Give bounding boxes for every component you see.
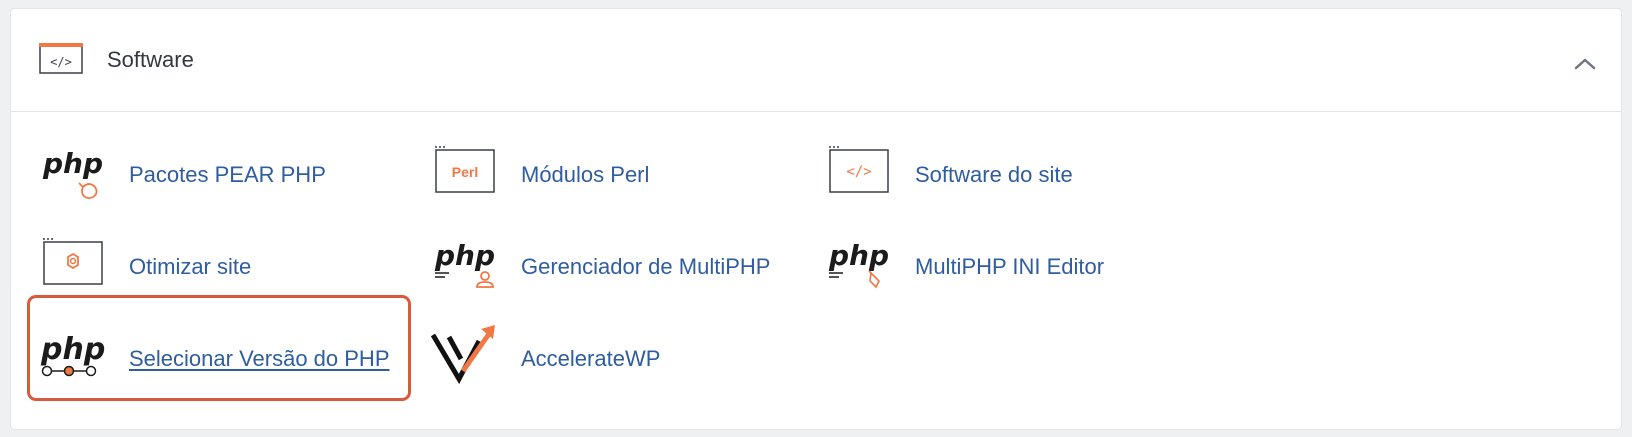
- php-version-selector-icon: php: [40, 332, 105, 377]
- item-acceleratewp[interactable]: AccelerateWP: [431, 323, 731, 393]
- optimize-website-icon: [43, 238, 103, 285]
- item-otimizar-site[interactable]: Otimizar site: [39, 231, 379, 301]
- php-logo-text: php: [434, 239, 495, 272]
- item-label: Otimizar site: [129, 254, 252, 279]
- item-software-do-site[interactable]: </> Software do site: [825, 139, 1165, 209]
- php-logo-text: php: [42, 147, 103, 180]
- software-panel: </> Software php Pacotes PEAR PHP Perl M…: [10, 8, 1622, 430]
- item-label: AccelerateWP: [521, 346, 661, 371]
- multiphp-ini-editor-icon: php: [828, 239, 889, 289]
- panel-title: Software: [107, 47, 194, 72]
- item-modulos-perl[interactable]: Perl Módulos Perl: [431, 139, 771, 209]
- php-pear-icon: php: [42, 147, 103, 200]
- code-symbol: </>: [50, 55, 72, 69]
- site-software-icon: </>: [829, 146, 889, 193]
- item-label: Pacotes PEAR PHP: [129, 162, 326, 187]
- item-label: Módulos Perl: [521, 162, 650, 187]
- item-label: Gerenciador de MultiPHP: [521, 254, 771, 279]
- item-pacotes-pear-php[interactable]: php Pacotes PEAR PHP: [39, 139, 379, 209]
- item-multiphp-ini-editor[interactable]: php MultiPHP INI Editor: [825, 231, 1165, 301]
- multiphp-manager-icon: php: [434, 239, 495, 288]
- code-window-icon: </>: [39, 43, 83, 74]
- php-logo-text: php: [828, 239, 889, 272]
- item-gerenciador-multiphp[interactable]: php Gerenciador de MultiPHP: [431, 231, 791, 301]
- item-label: MultiPHP INI Editor: [915, 254, 1105, 279]
- perl-text: Perl: [452, 164, 478, 180]
- item-label: Selecionar Versão do PHP: [129, 346, 390, 371]
- php-logo-text: php: [40, 332, 105, 367]
- item-selecionar-versao-php[interactable]: php Selecionar Versão do PHP: [39, 323, 390, 393]
- panel-header[interactable]: </> Software: [11, 9, 1621, 112]
- acceleratewp-logo-icon: [431, 325, 495, 385]
- perl-modules-icon: Perl: [435, 146, 495, 193]
- item-label: Software do site: [915, 162, 1073, 187]
- code-symbol: </>: [846, 164, 871, 180]
- chevron-up-icon[interactable]: [1567, 49, 1603, 77]
